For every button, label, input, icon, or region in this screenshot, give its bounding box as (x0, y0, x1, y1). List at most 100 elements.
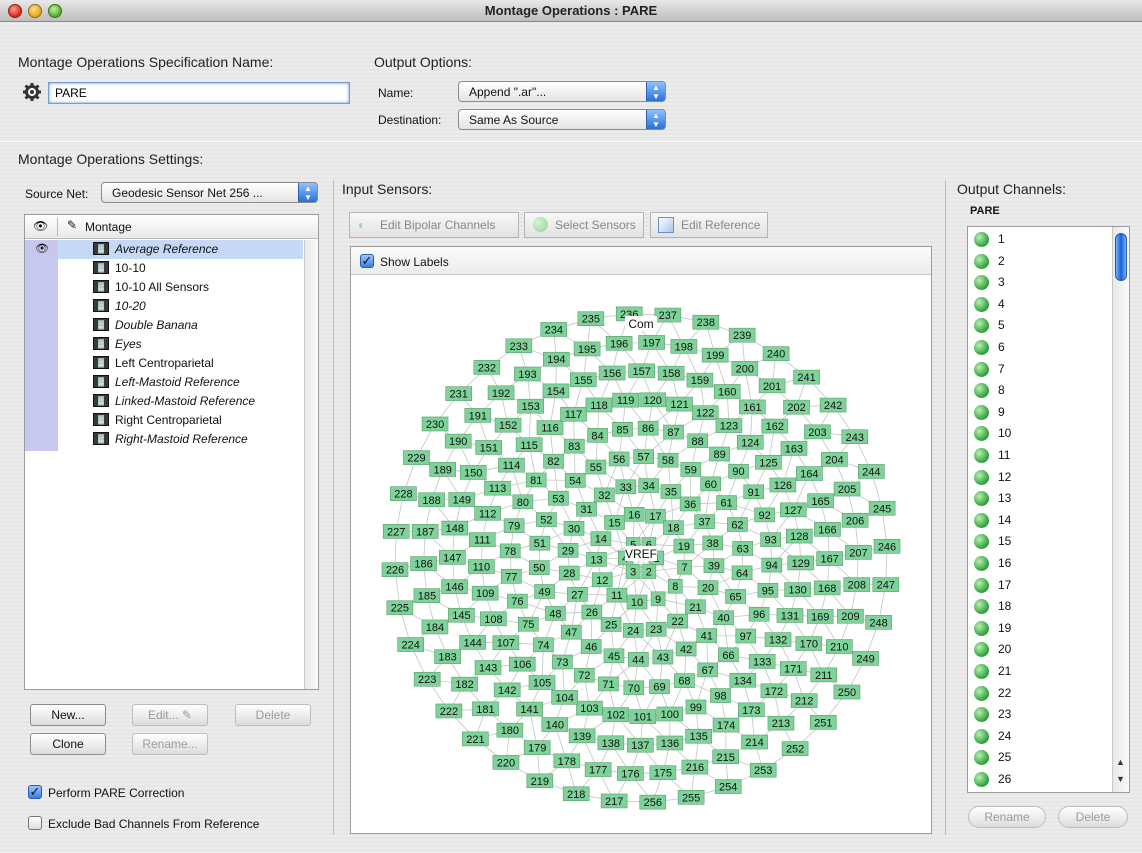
montage-row[interactable]: ▓ Eyes (25, 335, 303, 354)
sensor-marker[interactable]: 93 (760, 532, 781, 547)
sensor-marker[interactable]: 32 (594, 487, 615, 503)
sensor-marker[interactable]: 86 (637, 420, 659, 436)
sensor-marker[interactable]: 118 (585, 397, 613, 413)
sensor-marker[interactable]: 101 (629, 709, 657, 724)
sensor-marker[interactable]: 40 (713, 610, 734, 626)
output-channel-row[interactable]: 18 (968, 596, 1108, 617)
sensor-marker[interactable]: 53 (548, 490, 569, 506)
sensor-marker[interactable]: 108 (480, 611, 507, 627)
sensor-marker[interactable]: 21 (685, 599, 706, 615)
montage-row[interactable]: ▓ Right-Mastoid Reference (25, 430, 303, 449)
sensor-marker[interactable]: 211 (810, 667, 838, 683)
sensor-marker[interactable]: 88 (687, 433, 708, 449)
sensor-marker[interactable]: 164 (796, 466, 823, 481)
sensor-marker[interactable]: 122 (691, 405, 719, 421)
sensor-marker[interactable]: 156 (598, 365, 626, 381)
sensor-marker[interactable]: 60 (700, 476, 722, 492)
sensor-marker[interactable]: 39 (703, 558, 725, 573)
sensor-marker[interactable]: 177 (584, 762, 612, 777)
sensor-marker[interactable]: 225 (386, 600, 414, 616)
sensor-marker[interactable]: 46 (580, 639, 602, 654)
sensor-marker[interactable]: 250 (833, 684, 861, 700)
sensor-marker[interactable]: 138 (597, 735, 625, 751)
sensor-marker[interactable]: 233 (505, 338, 533, 354)
sensor-map[interactable]: 1234567891011121314151617181920212223242… (351, 276, 931, 834)
sensor-marker[interactable]: 9 (650, 591, 666, 607)
sensor-marker[interactable]: 162 (761, 418, 789, 434)
sensor-marker[interactable]: 14 (590, 531, 612, 547)
sensor-marker[interactable]: 171 (779, 661, 807, 676)
sensor-marker[interactable]: 91 (743, 484, 765, 500)
sensor-marker[interactable]: 57 (633, 449, 654, 464)
sensor-marker[interactable]: 35 (660, 484, 682, 499)
sensor-marker[interactable]: 240 (762, 346, 790, 361)
sensor-marker[interactable]: 30 (563, 521, 585, 536)
show-labels-checkbox[interactable]: ✓ (360, 254, 374, 268)
sensor-marker[interactable]: 18 (663, 520, 684, 535)
sensor-marker[interactable]: 253 (749, 762, 777, 778)
exclude-bad-checkbox[interactable] (28, 816, 42, 830)
montage-table[interactable]: 👁 ✎ Montage 👁 ▓ Average Reference ▓ 10-10 ▓ 1… (24, 214, 319, 690)
sensor-marker[interactable]: 15 (604, 515, 625, 530)
sensor-marker[interactable]: 202 (783, 399, 810, 415)
sensor-marker[interactable]: 33 (615, 479, 637, 495)
sensor-marker[interactable]: 229 (403, 450, 430, 465)
sensor-marker[interactable]: 239 (728, 327, 756, 343)
sensor-marker[interactable]: 116 (536, 420, 564, 435)
sensor-marker[interactable]: 110 (468, 559, 495, 574)
sensor-marker[interactable]: 170 (795, 636, 823, 651)
sensor-marker[interactable]: 29 (557, 543, 579, 558)
sensor-marker[interactable]: 68 (674, 673, 695, 688)
edit-button[interactable]: Edit... ✎ (132, 704, 208, 726)
sensor-marker[interactable]: 77 (501, 569, 522, 584)
sensor-marker[interactable]: 180 (496, 722, 524, 738)
output-channel-row[interactable]: 4 (968, 294, 1108, 315)
sensor-marker[interactable]: 126 (769, 477, 797, 493)
sensor-marker[interactable]: 92 (754, 507, 775, 523)
sensor-marker[interactable]: 8 (667, 578, 683, 594)
sensor-marker[interactable]: 145 (448, 607, 475, 623)
sensor-marker[interactable]: 54 (564, 473, 586, 488)
sensor-marker[interactable]: 237 (654, 307, 682, 323)
scroll-down-arrow-icon[interactable]: ▼ (1116, 774, 1125, 784)
sensor-marker[interactable]: 127 (779, 502, 807, 518)
output-channel-row[interactable]: 20 (968, 639, 1108, 660)
sensor-marker[interactable]: 135 (685, 728, 712, 744)
sensor-marker[interactable]: 246 (873, 539, 901, 554)
sensor-marker[interactable]: 176 (617, 766, 644, 781)
montage-row[interactable]: ▓ Left-Mastoid Reference (25, 373, 303, 392)
sensor-marker[interactable]: 72 (574, 667, 595, 683)
sensor-marker[interactable]: 214 (741, 734, 768, 750)
sensor-marker[interactable]: 134 (729, 672, 757, 688)
sensor-marker[interactable]: 64 (731, 565, 753, 581)
sensor-marker[interactable]: 125 (755, 454, 782, 470)
output-channel-row[interactable]: 3 (968, 272, 1108, 293)
eye-icon[interactable]: 👁 (35, 242, 49, 255)
output-scrollbar[interactable]: ▲ ▼ (1112, 227, 1129, 792)
sensor-marker[interactable]: 172 (760, 683, 788, 699)
rename-channel-button[interactable]: Rename (968, 806, 1046, 828)
sensor-marker[interactable]: 43 (652, 649, 674, 665)
sensor-marker[interactable]: 65 (725, 589, 746, 604)
sensor-marker[interactable]: 48 (545, 606, 566, 621)
sensor-marker[interactable]: 188 (418, 492, 445, 508)
sensor-marker[interactable]: 137 (627, 737, 654, 753)
sensor-marker[interactable]: 139 (568, 728, 596, 744)
sensor-marker[interactable]: 34 (638, 478, 660, 493)
montage-row[interactable]: ▓ 10-20 (25, 297, 303, 316)
sensor-marker[interactable]: 66 (718, 647, 739, 663)
sensor-marker[interactable]: 26 (581, 604, 603, 620)
sensor-marker[interactable]: 13 (586, 552, 607, 567)
sensor-marker[interactable]: 244 (858, 464, 885, 479)
sensor-marker[interactable]: 224 (397, 637, 424, 652)
sensor-marker[interactable]: 103 (576, 700, 603, 716)
sensor-marker[interactable]: 231 (445, 386, 473, 401)
sensor-marker[interactable]: 179 (523, 740, 551, 755)
sensor-marker[interactable]: 59 (680, 462, 702, 477)
sensor-marker[interactable]: 148 (441, 520, 469, 536)
sensor-marker[interactable]: 189 (429, 462, 456, 477)
sensor-marker[interactable]: 16 (623, 507, 645, 522)
sensor-marker[interactable]: 226 (381, 562, 409, 577)
sensor-marker[interactable]: 152 (494, 417, 522, 433)
sensor-marker[interactable]: 73 (552, 654, 573, 670)
